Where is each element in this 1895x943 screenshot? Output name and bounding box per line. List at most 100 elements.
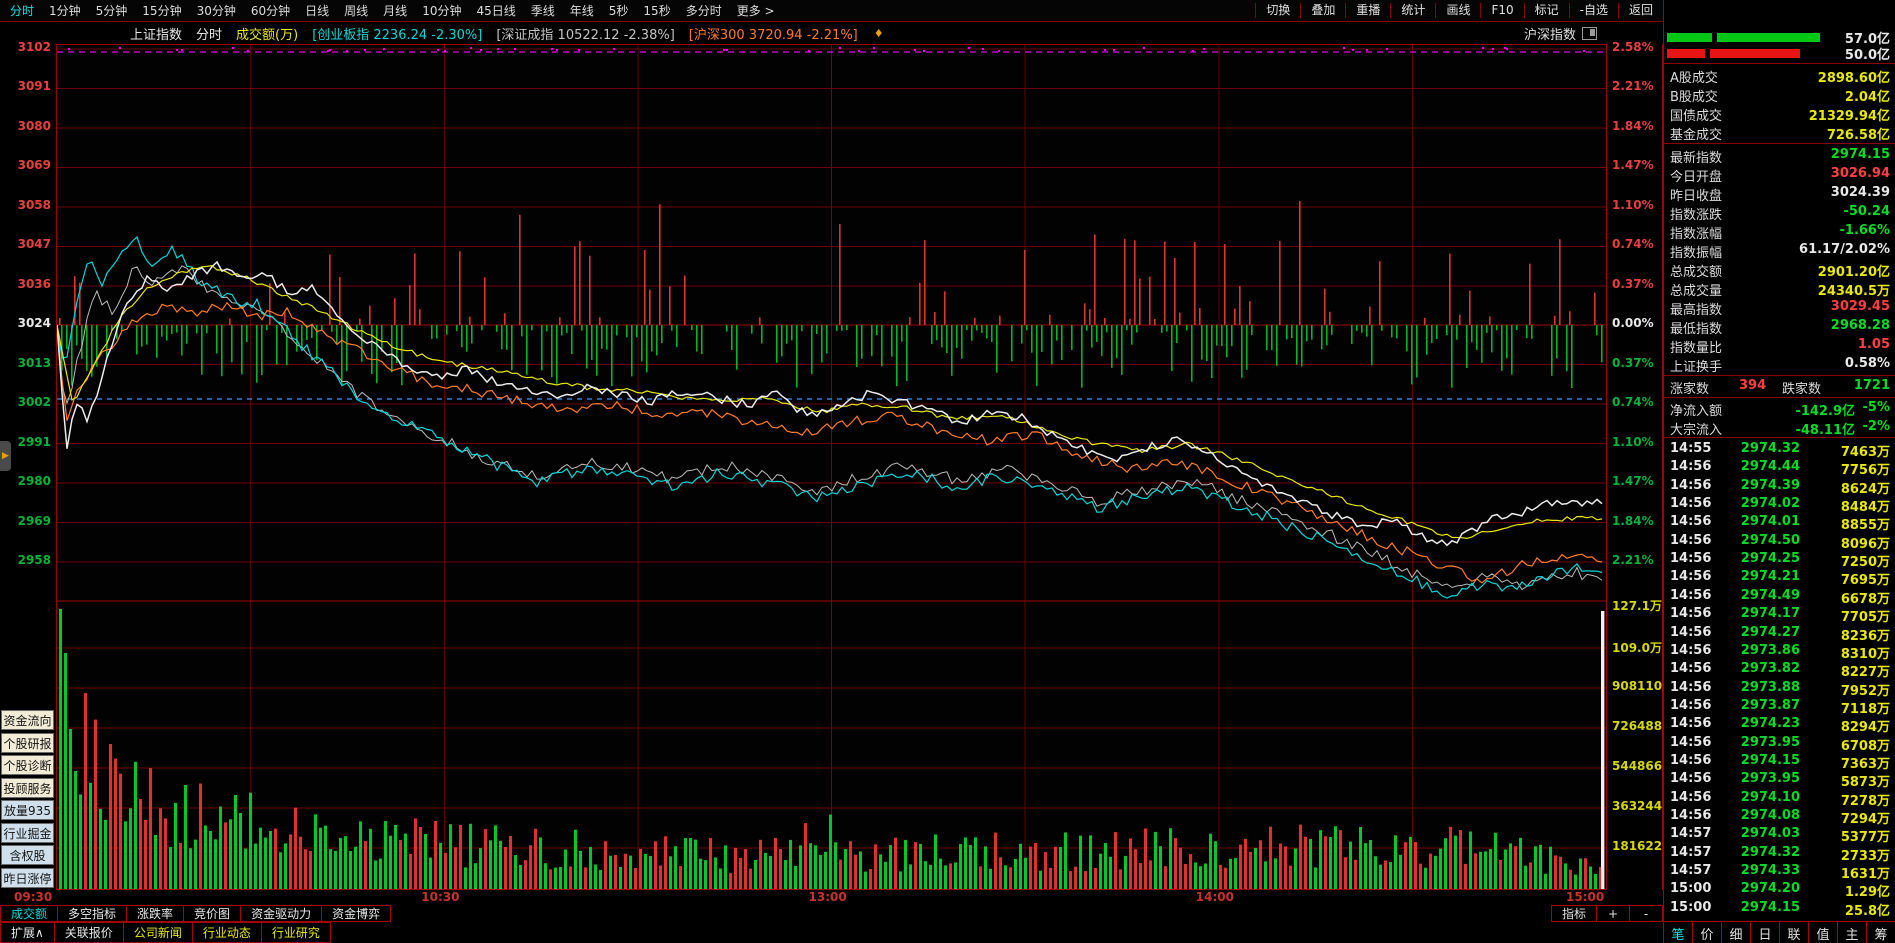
volume-bar — [1514, 846, 1517, 891]
quote-panel-tab[interactable]: 联 — [1779, 922, 1808, 943]
sidebar-expand-arrow[interactable]: ▶ — [0, 441, 11, 471]
zoom-out-button[interactable]: - — [1630, 905, 1663, 922]
period-menu-item[interactable]: 更多 > — [737, 2, 775, 19]
volume-bar — [1344, 857, 1347, 891]
period-menu-item[interactable]: 15分钟 — [142, 2, 181, 19]
minute-up-bar — [269, 283, 271, 325]
sell-volume-bar — [1710, 49, 1800, 58]
period-menu-item[interactable]: 季线 — [531, 2, 555, 19]
signal-dot — [232, 47, 234, 49]
toolbar-menu-item[interactable]: 叠加 — [1300, 3, 1345, 18]
period-menu-item[interactable]: 1分钟 — [49, 2, 81, 19]
toolbar-menu-item[interactable]: 切换 — [1255, 3, 1300, 18]
price-axis-label: 3013 — [17, 355, 51, 370]
period-menu-item[interactable]: 5分钟 — [96, 2, 128, 19]
tick-time: 14:55 — [1670, 441, 1712, 456]
bottom-tab-item[interactable]: 资金驱动力 — [241, 905, 323, 922]
left-shortcut-button[interactable]: 行业掘金 — [1, 822, 54, 843]
left-shortcut-button[interactable]: 资金流向 — [1, 710, 54, 730]
period-menu-item[interactable]: 分时 — [10, 2, 34, 19]
toolbar-menu-item[interactable]: 标记 — [1523, 3, 1569, 18]
volume-bar — [944, 865, 947, 891]
volume-bar — [1289, 865, 1292, 891]
bottom-tab-active[interactable]: 成交额 — [0, 905, 59, 922]
period-menu-item[interactable]: 5秒 — [609, 2, 629, 19]
period-menu-item[interactable]: 45日线 — [476, 2, 515, 19]
volume-bar — [369, 828, 372, 891]
period-menu-item[interactable]: 30分钟 — [197, 2, 236, 19]
volume-bar — [404, 833, 407, 891]
toolbar-menu-item[interactable]: 重播 — [1345, 3, 1390, 18]
tick-volume: 7952万 — [1840, 683, 1890, 699]
quote-panel-tab[interactable]: 日 — [1750, 922, 1779, 943]
toolbar-menu-item[interactable]: 统计 — [1390, 3, 1435, 18]
minute-down-bar — [461, 325, 463, 348]
left-shortcut-button[interactable]: 放量935 — [1, 800, 54, 820]
left-shortcut-button[interactable]: 昨日涨停 — [1, 867, 54, 888]
signal-dot — [1203, 48, 1205, 50]
period-menu-item[interactable]: 多分时 — [686, 2, 722, 19]
volume-bar — [824, 851, 827, 891]
period-menu-item[interactable]: 日线 — [305, 2, 329, 19]
left-shortcut-button[interactable]: 含权股 — [1, 845, 54, 865]
period-menu-item[interactable]: 15秒 — [643, 2, 670, 19]
tick-price: 2974.25 — [1740, 551, 1800, 567]
volume-bar — [644, 853, 647, 891]
signal-dot — [982, 48, 984, 50]
signal-dot — [1482, 47, 1484, 49]
volume-bar — [474, 863, 477, 891]
info-tab-item[interactable]: 行业研究 — [261, 922, 331, 943]
bottom-tab-item[interactable]: 多空指标 — [58, 905, 128, 922]
left-shortcut-button[interactable]: 个股研报 — [1, 732, 54, 753]
quote-panel-tab[interactable]: 价 — [1692, 922, 1721, 943]
index-stat-row: 今日开盘 3026.94 — [1664, 165, 1895, 185]
quote-panel-tab[interactable]: 值 — [1808, 922, 1837, 943]
toolbar-menu-item[interactable]: F10 — [1480, 3, 1523, 18]
volume-bar — [189, 848, 192, 891]
volume-bar — [859, 851, 862, 891]
left-shortcut-button[interactable]: 个股诊断 — [1, 755, 54, 775]
toolbar-menu-item[interactable]: 返回 — [1617, 3, 1663, 18]
quote-panel-tab[interactable]: 筹 — [1866, 922, 1895, 943]
panel-row-value: -1.66% — [1839, 223, 1891, 238]
period-menu-item[interactable]: 10分钟 — [422, 2, 461, 19]
tick-price: 2974.39 — [1740, 477, 1800, 493]
volume-bar — [1584, 858, 1587, 891]
minute-down-bar — [1516, 325, 1518, 330]
info-tab-item[interactable]: 扩展∧ — [0, 922, 55, 943]
panel-row-label: 指数量比 — [1670, 341, 1723, 356]
period-menu-item[interactable]: 年线 — [570, 2, 594, 19]
intraday-chart-plot[interactable] — [56, 44, 1607, 891]
left-shortcut-button[interactable]: 投顾服务 — [1, 777, 54, 798]
window-icon[interactable] — [1582, 26, 1597, 40]
index-board-label[interactable]: 沪深指数 — [1524, 24, 1576, 43]
index-stat-row: 上证换手 0.58% — [1664, 355, 1895, 375]
bottom-tab-item[interactable]: 资金博弈 — [322, 905, 392, 922]
alert-bell-icon[interactable]: ♦ — [874, 27, 884, 40]
tick-time: 14:56 — [1670, 514, 1712, 530]
period-menu-item[interactable]: 月线 — [383, 2, 407, 19]
toolbar-menu-item[interactable]: -自选 — [1568, 3, 1618, 18]
minute-down-bar — [471, 325, 473, 344]
panel-row-label: 指数涨跌 — [1670, 208, 1723, 223]
indicator-button[interactable]: 指标 — [1550, 905, 1597, 922]
info-tab-item[interactable]: 行业动态 — [192, 922, 262, 943]
volume-bar — [1079, 835, 1082, 891]
bottom-tab-item[interactable]: 竞价图 — [184, 905, 242, 922]
bottom-tab-item[interactable]: 涨跌率 — [127, 905, 185, 922]
toolbar-menu-item[interactable]: 画线 — [1435, 3, 1480, 18]
zoom-in-button[interactable]: + — [1597, 905, 1630, 922]
quote-panel-tab[interactable]: 细 — [1721, 922, 1750, 943]
info-tab-item[interactable]: 公司新闻 — [123, 922, 193, 943]
volume-bar — [1199, 866, 1202, 891]
minute-down-bar — [1216, 325, 1218, 346]
minute-up-bar — [1379, 261, 1381, 325]
quote-panel-tab[interactable]: 主 — [1837, 922, 1866, 943]
info-tab-item[interactable]: 关联报价 — [54, 922, 124, 943]
volume-bar — [99, 808, 102, 891]
minute-down-bar — [826, 325, 828, 354]
period-menu-item[interactable]: 60分钟 — [251, 2, 290, 19]
volume-bar — [874, 844, 877, 891]
quote-panel-tab[interactable]: 笔 — [1664, 922, 1692, 943]
period-menu-item[interactable]: 周线 — [344, 2, 368, 19]
